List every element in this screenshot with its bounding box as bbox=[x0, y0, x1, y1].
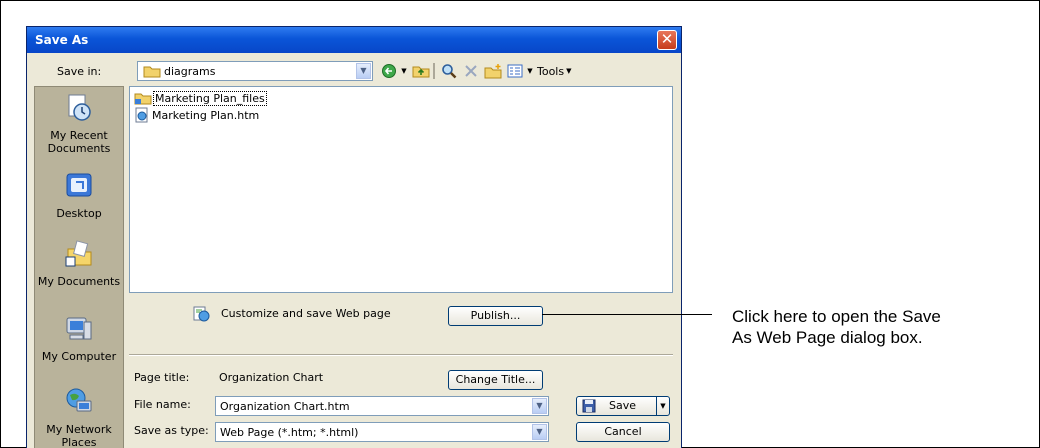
place-recent-documents[interactable]: My Recent Documents bbox=[35, 93, 123, 155]
folder-icon bbox=[143, 66, 161, 78]
file-list[interactable]: Marketing Plan_files Marketing Plan.htm bbox=[129, 86, 673, 293]
folder-up-icon bbox=[412, 66, 430, 78]
places-bar: My Recent Documents Desktop My Documents bbox=[34, 86, 124, 448]
views-button[interactable] bbox=[505, 61, 525, 81]
cancel-button[interactable]: Cancel bbox=[576, 422, 670, 442]
save-options-dropdown-icon[interactable]: ▼ bbox=[656, 397, 669, 415]
recent-documents-icon bbox=[68, 94, 91, 121]
search-icon bbox=[442, 64, 457, 79]
close-button[interactable]: ✕ bbox=[657, 30, 677, 50]
customize-web-page-icon bbox=[193, 306, 210, 322]
file-name: Marketing Plan.htm bbox=[152, 108, 260, 122]
views-dropdown-icon[interactable]: ▼ bbox=[525, 61, 535, 81]
title-bar: Save As ✕ bbox=[27, 27, 681, 53]
save-in-label: Save in: bbox=[57, 65, 102, 78]
place-network-places[interactable]: My Network Places bbox=[35, 387, 123, 448]
tools-label: Tools bbox=[537, 64, 565, 78]
page-title-value: Organization Chart bbox=[219, 371, 324, 384]
place-label: My Network Places bbox=[46, 423, 112, 448]
save-as-type-label: Save as type: bbox=[134, 424, 209, 437]
tools-dropdown-icon: ▼ bbox=[566, 67, 572, 75]
file-item-folder[interactable]: Marketing Plan_files bbox=[134, 90, 267, 106]
save-in-combo[interactable]: diagrams ▼ bbox=[137, 61, 373, 81]
save-in-value: diagrams bbox=[164, 65, 216, 78]
change-title-button[interactable]: Change Title... bbox=[448, 370, 543, 390]
save-button[interactable]: Save ▼ bbox=[576, 396, 670, 416]
my-computer-icon bbox=[66, 317, 92, 340]
web-folder-icon bbox=[134, 93, 152, 105]
callout-leader-line bbox=[542, 314, 712, 315]
file-name: Marketing Plan_files bbox=[153, 90, 267, 106]
customize-label: Customize and save Web page bbox=[221, 307, 391, 320]
chevron-down-icon[interactable]: ▼ bbox=[356, 63, 371, 79]
save-disk-icon bbox=[582, 399, 596, 413]
callout-line-2: As Web Page dialog box. bbox=[732, 328, 923, 347]
back-button[interactable] bbox=[379, 61, 399, 81]
place-desktop[interactable]: Desktop bbox=[35, 171, 123, 220]
new-folder-icon bbox=[484, 64, 502, 79]
dialog-title: Save As bbox=[35, 33, 89, 47]
tools-menu[interactable]: Tools ▼ bbox=[537, 61, 581, 81]
views-icon bbox=[507, 64, 523, 78]
place-label: Desktop bbox=[56, 207, 102, 220]
file-name-field[interactable]: Organization Chart.htm ▼ bbox=[215, 396, 549, 416]
callout-line-1: Click here to open the Save bbox=[732, 307, 941, 326]
place-label: My Recent Documents bbox=[47, 129, 111, 155]
toolbar-separator bbox=[433, 63, 435, 79]
htm-file-icon bbox=[135, 107, 148, 123]
place-label: My Computer bbox=[41, 350, 117, 363]
delete-button[interactable] bbox=[461, 61, 481, 81]
publish-button[interactable]: Publish... bbox=[448, 306, 543, 326]
new-folder-button[interactable] bbox=[483, 61, 503, 81]
up-one-level-button[interactable] bbox=[411, 61, 431, 81]
save-as-dialog: Save As ✕ Save in: diagrams ▼ ▼ ▼ Tools … bbox=[26, 26, 682, 448]
chevron-down-icon[interactable]: ▼ bbox=[532, 424, 547, 440]
place-my-documents[interactable]: My Documents bbox=[35, 239, 123, 288]
callout-text: Click here to open the Save As Web Page … bbox=[732, 306, 941, 348]
file-name-value: Organization Chart.htm bbox=[220, 400, 350, 413]
file-name-label: File name: bbox=[134, 398, 191, 411]
save-as-type-combo[interactable]: Web Page (*.htm; *.html) ▼ bbox=[215, 422, 549, 442]
place-my-computer[interactable]: My Computer bbox=[35, 314, 123, 363]
chevron-down-icon[interactable]: ▼ bbox=[532, 398, 547, 414]
place-label: My Documents bbox=[37, 275, 121, 288]
desktop-icon bbox=[66, 173, 92, 197]
save-button-label: Save bbox=[609, 399, 637, 412]
file-item-htm[interactable]: Marketing Plan.htm bbox=[134, 107, 259, 123]
back-arrow-icon bbox=[382, 64, 396, 78]
page-title-label: Page title: bbox=[134, 371, 190, 384]
change-title-label: Change Title... bbox=[455, 373, 536, 386]
publish-button-label: Publish... bbox=[470, 309, 521, 322]
search-web-button[interactable] bbox=[439, 61, 459, 81]
network-places-icon bbox=[66, 388, 92, 412]
my-documents-icon bbox=[65, 240, 92, 267]
divider bbox=[129, 354, 673, 356]
cancel-button-label: Cancel bbox=[604, 425, 642, 438]
delete-icon bbox=[465, 65, 477, 77]
back-dropdown-icon[interactable]: ▼ bbox=[399, 61, 409, 81]
save-as-type-value: Web Page (*.htm; *.html) bbox=[220, 426, 359, 439]
